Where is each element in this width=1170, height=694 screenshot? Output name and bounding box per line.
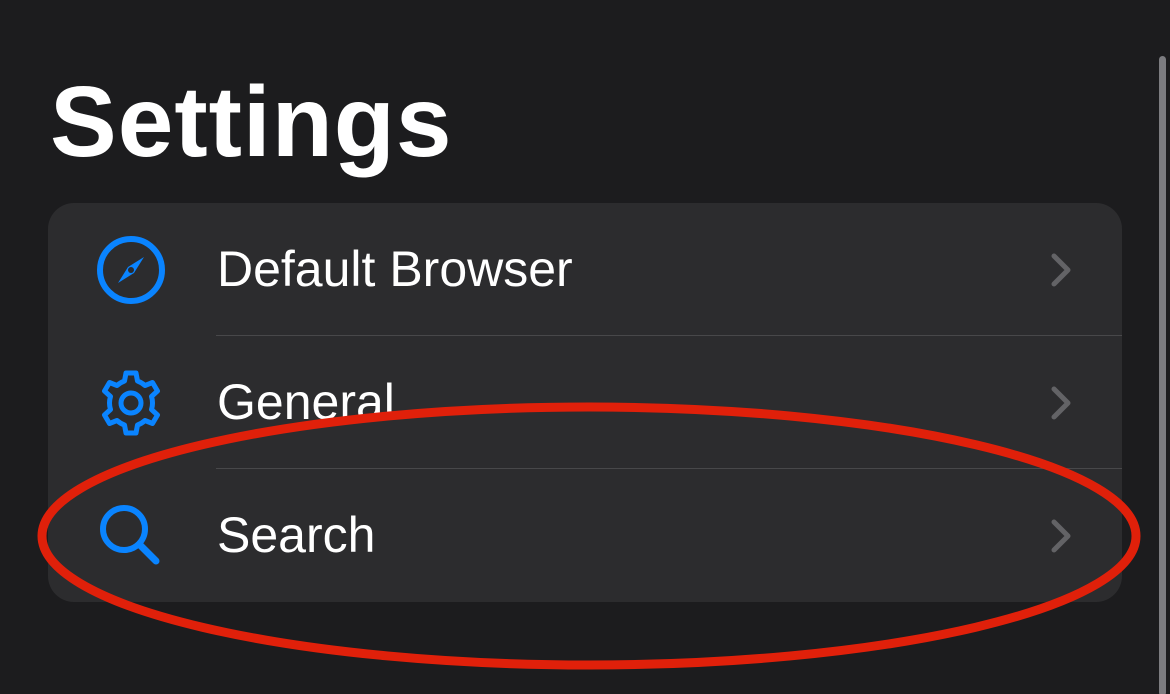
settings-list: Default Browser General Search bbox=[48, 203, 1122, 602]
settings-screen: Settings Default Browser General Search bbox=[0, 0, 1170, 694]
page-title: Settings bbox=[50, 66, 453, 178]
chevron-right-icon bbox=[1048, 251, 1074, 289]
scrollbar[interactable] bbox=[1159, 56, 1166, 694]
settings-item-general[interactable]: General bbox=[48, 336, 1122, 469]
search-icon bbox=[96, 501, 166, 571]
settings-item-default-browser[interactable]: Default Browser bbox=[48, 203, 1122, 336]
settings-item-label: Search bbox=[217, 507, 376, 563]
chevron-right-icon bbox=[1048, 384, 1074, 422]
gear-icon bbox=[96, 368, 166, 438]
settings-item-label: Default Browser bbox=[217, 241, 573, 297]
compass-icon bbox=[96, 235, 166, 305]
settings-item-search[interactable]: Search bbox=[48, 469, 1122, 602]
chevron-right-icon bbox=[1048, 517, 1074, 555]
settings-item-label: General bbox=[217, 374, 395, 430]
